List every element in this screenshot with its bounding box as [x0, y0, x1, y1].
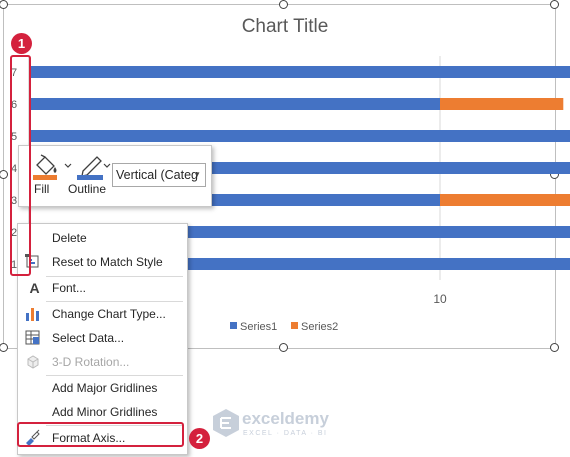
menu-item-font[interactable]: A Font... — [19, 276, 185, 299]
fill-bucket-icon[interactable] — [29, 151, 73, 181]
menu-item-label: Font... — [52, 281, 87, 295]
menu-item-label: Select Data... — [52, 331, 125, 345]
step-1-badge: 1 — [11, 33, 32, 54]
menu-item-delete[interactable]: Delete — [19, 226, 185, 249]
context-menu: Delete Reset to Match Style A Font... Ch… — [17, 223, 188, 455]
watermark-tagline: EXCEL · DATA · BI — [243, 430, 328, 437]
fill-label[interactable]: Fill — [34, 182, 49, 196]
dropdown-arrow-icon: ▼ — [193, 170, 201, 179]
menu-item-3d-rotation: 3-D Rotation... — [19, 350, 185, 373]
outline-pen-icon[interactable] — [73, 151, 113, 181]
font-icon: A — [29, 280, 40, 296]
menu-item-label: 3-D Rotation... — [52, 355, 130, 369]
menu-item-label: Reset to Match Style — [52, 255, 163, 269]
menu-item-change-chart-type[interactable]: Change Chart Type... — [19, 302, 185, 325]
menu-item-add-minor-gridlines[interactable]: Add Minor Gridlines — [19, 400, 185, 423]
chart-type-icon — [26, 308, 39, 321]
chart-element-select[interactable]: Vertical (Categ ▼ — [112, 163, 206, 187]
menu-item-select-data[interactable]: Select Data... — [19, 326, 185, 349]
exceldemy-logo-icon — [213, 409, 239, 437]
resize-handle-top-right[interactable] — [550, 0, 559, 9]
outline-label[interactable]: Outline — [68, 182, 106, 196]
resize-handle-bottom-right[interactable] — [550, 343, 559, 352]
menu-item-reset-to-match-style[interactable]: Reset to Match Style — [19, 250, 185, 273]
resize-handle-bottom-middle[interactable] — [279, 343, 288, 352]
select-data-icon — [25, 330, 40, 345]
watermark: exceldemy EXCEL · DATA · BI — [210, 406, 380, 442]
step-2-badge: 2 — [189, 428, 210, 449]
watermark-name: exceldemy — [242, 409, 329, 428]
menu-item-label: Add Major Gridlines — [52, 381, 158, 395]
menu-item-label: Change Chart Type... — [52, 307, 166, 321]
chart-element-select-value: Vertical (Categ — [116, 168, 198, 182]
menu-item-label: Add Minor Gridlines — [52, 405, 158, 419]
resize-handle-top-middle[interactable] — [279, 0, 288, 9]
resize-handle-middle-right[interactable] — [550, 170, 559, 179]
menu-item-add-major-gridlines[interactable]: Add Major Gridlines — [19, 376, 185, 399]
rotation-icon — [27, 355, 39, 369]
format-axis-highlight-box — [17, 422, 184, 447]
chart-title[interactable]: Chart Title — [0, 16, 570, 38]
axis-highlight-box — [10, 55, 31, 276]
mini-toolbar: Fill Outline Vertical (Categ ▼ — [18, 145, 212, 207]
resize-handle-bottom-left[interactable] — [0, 343, 8, 352]
menu-item-label: Delete — [52, 231, 87, 245]
